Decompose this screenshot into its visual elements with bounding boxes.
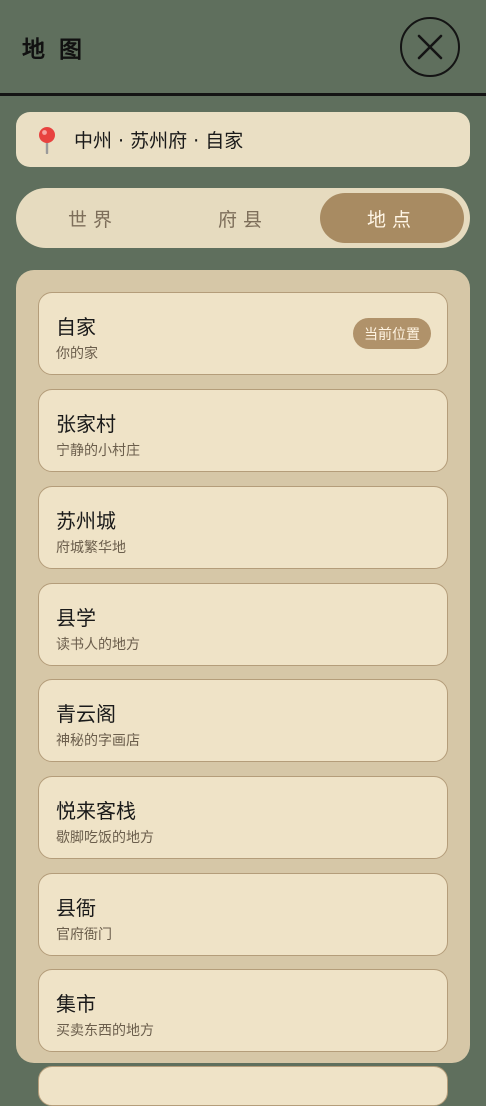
- top-bar: 地 图: [0, 0, 486, 96]
- current-location-bar: 中州 · 苏州府 · 自家: [16, 112, 470, 167]
- tab-places[interactable]: 地点: [320, 193, 464, 243]
- place-description: 你的家: [56, 346, 98, 362]
- list-item-partial[interactable]: [38, 1066, 448, 1106]
- tab-prefecture[interactable]: 府县: [171, 193, 315, 243]
- current-location-badge: 当前位置: [353, 318, 431, 349]
- list-item[interactable]: 悦来客栈 歇脚吃饭的地方: [38, 776, 448, 859]
- place-name: 集市: [56, 992, 96, 1016]
- place-name: 自家: [56, 315, 96, 339]
- location-path: 中州 · 苏州府 · 自家: [74, 130, 244, 152]
- place-name: 县学: [56, 606, 96, 630]
- list-item[interactable]: 自家 你的家 当前位置: [38, 292, 448, 375]
- place-name: 张家村: [56, 412, 116, 436]
- page-title: 地 图: [22, 37, 86, 63]
- place-description: 买卖东西的地方: [56, 1023, 154, 1039]
- place-description: 官府衙门: [56, 927, 112, 943]
- place-name: 青云阁: [56, 702, 116, 726]
- list-item[interactable]: 张家村 宁静的小村庄: [38, 389, 448, 472]
- map-pin-icon: [39, 126, 55, 154]
- place-description: 府城繁华地: [56, 540, 126, 556]
- map-level-tabs: 世界 府县 地点: [16, 188, 470, 248]
- place-name: 县衙: [56, 896, 96, 920]
- list-item[interactable]: 集市 买卖东西的地方: [38, 969, 448, 1052]
- close-button[interactable]: [400, 17, 460, 77]
- place-description: 歇脚吃饭的地方: [56, 830, 154, 846]
- place-name: 苏州城: [56, 509, 116, 533]
- tab-world[interactable]: 世界: [21, 193, 165, 243]
- close-icon: [417, 34, 443, 60]
- list-item[interactable]: 青云阁 神秘的字画店: [38, 679, 448, 762]
- place-description: 神秘的字画店: [56, 733, 140, 749]
- place-description: 宁静的小村庄: [56, 443, 140, 459]
- place-description: 读书人的地方: [56, 637, 140, 653]
- places-list[interactable]: 自家 你的家 当前位置 张家村 宁静的小村庄 苏州城 府城繁华地 县学 读书人的…: [16, 270, 470, 1063]
- list-item[interactable]: 苏州城 府城繁华地: [38, 486, 448, 569]
- place-name: 悦来客栈: [56, 799, 136, 823]
- list-item[interactable]: 县学 读书人的地方: [38, 583, 448, 666]
- list-item[interactable]: 县衙 官府衙门: [38, 873, 448, 956]
